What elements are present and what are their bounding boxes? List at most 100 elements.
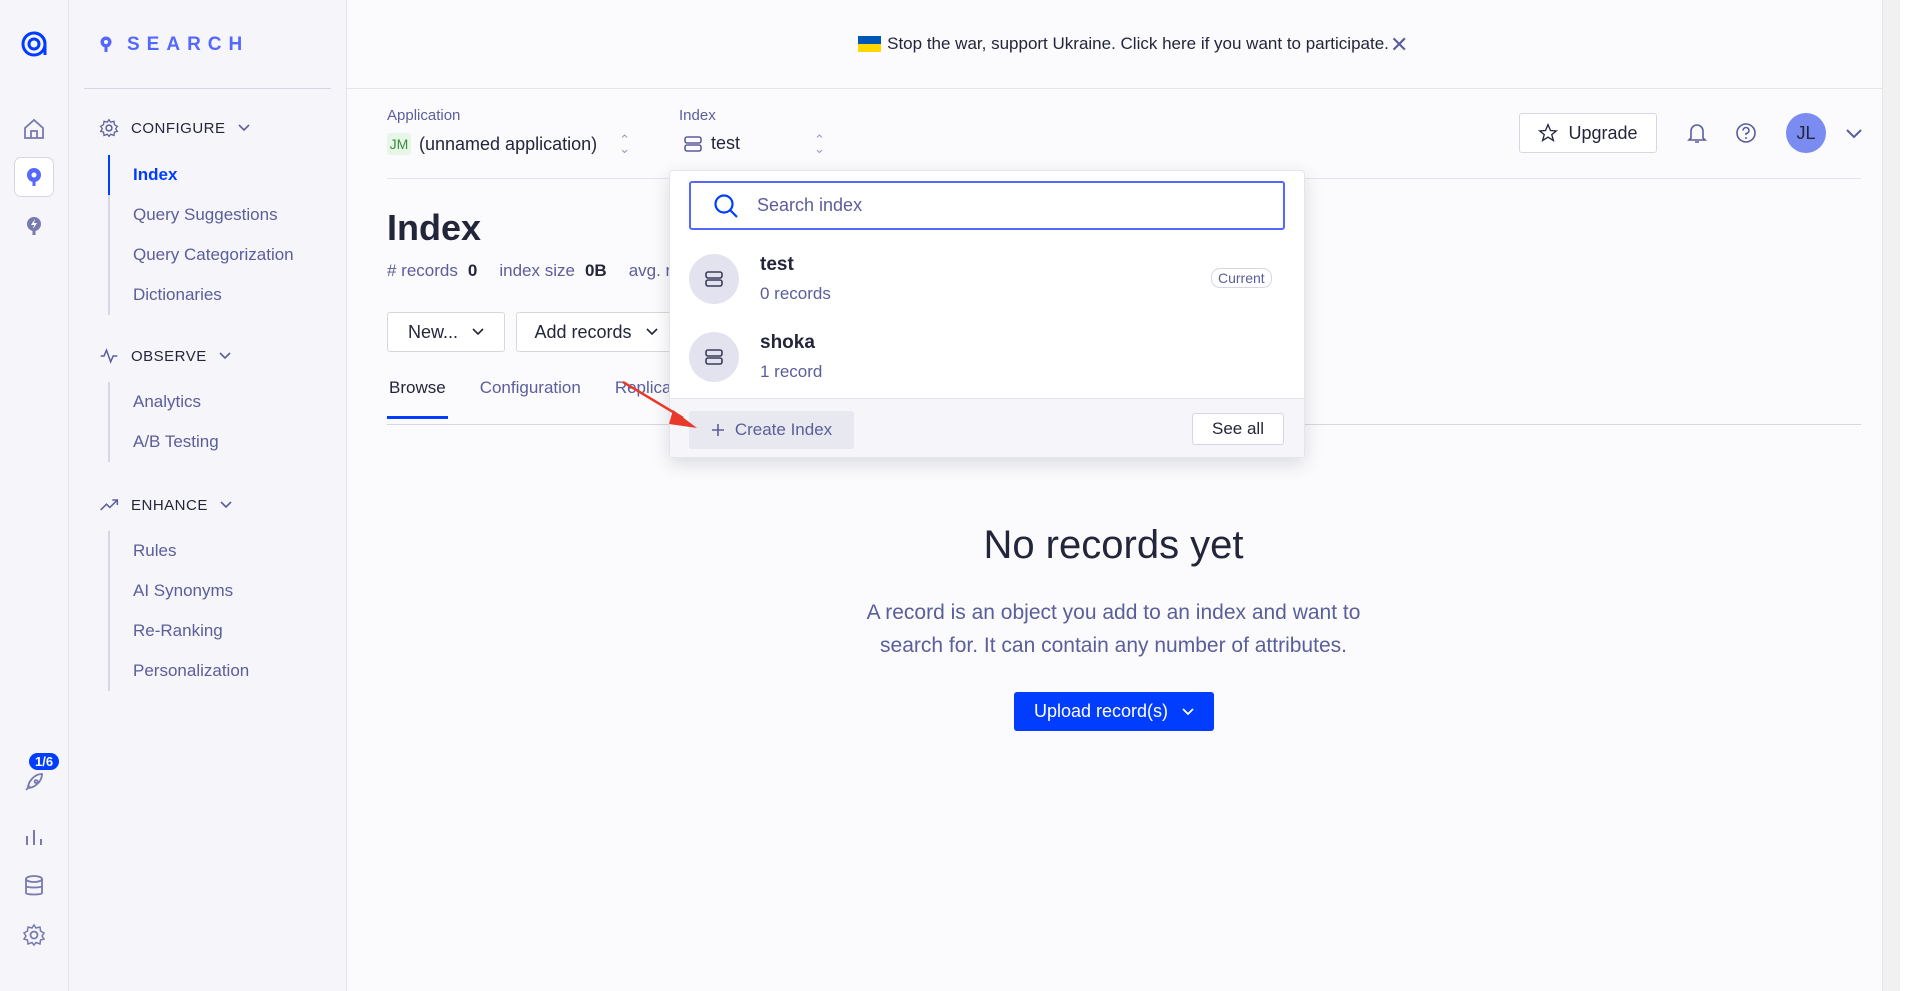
chevron-down-icon: [237, 124, 250, 132]
nav-item-query-suggestions[interactable]: Query Suggestions: [110, 195, 294, 235]
index-selector[interactable]: test ⌃ ⌄: [683, 131, 825, 156]
upgrade-label: Upgrade: [1568, 122, 1638, 143]
index-label: Index: [679, 107, 716, 124]
nav-item-rules[interactable]: Rules: [110, 531, 249, 571]
empty-desc-line-2: search for. It can contain any number of…: [880, 634, 1347, 657]
bell-icon[interactable]: [1687, 122, 1707, 149]
chevron-down-icon[interactable]: [1845, 125, 1863, 145]
plus-icon: [711, 424, 724, 436]
chevron-down-icon: [219, 352, 231, 360]
nav-item-analytics[interactable]: Analytics: [110, 382, 219, 422]
trending-up-icon: [100, 499, 119, 511]
enhance-items: Rules AI Synonyms Re-Ranking Personaliza…: [108, 531, 249, 691]
chevron-down-icon: [472, 328, 484, 336]
help-icon[interactable]: [1735, 122, 1757, 149]
application-label: Application: [387, 107, 461, 124]
index-option-name: shoka: [760, 332, 815, 353]
section-observe[interactable]: OBSERVE: [99, 346, 231, 366]
upload-records-label: Upload record(s): [1033, 701, 1169, 721]
size-label: index size: [499, 261, 575, 280]
icon-rail: 1/6: [0, 0, 69, 991]
home-icon[interactable]: [15, 110, 53, 148]
records-label: # records: [387, 261, 458, 280]
create-index-label: Create Index: [734, 420, 833, 439]
banner-text[interactable]: Stop the war, support Ukraine. Click her…: [887, 34, 1389, 54]
avatar[interactable]: JL: [1786, 113, 1826, 153]
empty-state-title: No records yet: [983, 523, 1244, 567]
pulse-icon: [100, 348, 118, 364]
gear-icon: [99, 118, 119, 138]
gear-icon[interactable]: [15, 916, 53, 954]
add-records-label: Add records: [534, 321, 632, 342]
section-configure[interactable]: CONFIGURE: [99, 118, 250, 138]
chevron-down-icon: [1182, 707, 1194, 715]
dropdown-footer: Create Index See all: [670, 398, 1304, 457]
updown-chevron-icon: ⌃ ⌄: [619, 132, 631, 156]
star-icon: [1538, 123, 1559, 142]
upgrade-button[interactable]: Upgrade: [1519, 113, 1657, 153]
see-all-button[interactable]: See all: [1192, 413, 1284, 445]
section-configure-label: CONFIGURE: [131, 119, 226, 137]
observe-items: Analytics A/B Testing: [108, 382, 219, 462]
index-value: test: [711, 133, 741, 153]
search-product-icon[interactable]: [15, 158, 53, 196]
page-title: Index: [387, 207, 482, 248]
close-icon[interactable]: ✕: [1390, 32, 1408, 58]
search-icon: [713, 193, 739, 219]
server-icon: [689, 254, 739, 304]
onboarding-progress-badge[interactable]: 1/6: [29, 753, 60, 770]
index-option-records: 1 record: [760, 362, 823, 381]
chevron-down-icon: [645, 328, 658, 336]
nav-item-re-ranking[interactable]: Re-Ranking: [110, 611, 249, 651]
create-index-button[interactable]: Create Index: [689, 411, 854, 449]
annotation-arrow-icon: [622, 380, 697, 428]
index-option-name: test: [760, 254, 794, 275]
database-icon[interactable]: [15, 867, 53, 905]
application-value: (unnamed application): [419, 133, 598, 154]
nav-item-ab-testing[interactable]: A/B Testing: [110, 422, 219, 462]
upload-records-button[interactable]: Upload record(s): [1014, 692, 1214, 731]
ukraine-banner[interactable]: Stop the war, support Ukraine. Click her…: [347, 0, 1900, 89]
server-icon: [684, 135, 702, 152]
section-observe-label: OBSERVE: [131, 347, 207, 365]
search-index-field[interactable]: [689, 181, 1285, 230]
tab-configuration[interactable]: Configuration: [478, 378, 583, 419]
divider: [84, 88, 331, 89]
chart-icon[interactable]: [15, 818, 53, 856]
application-selector[interactable]: JM (unnamed application) ⌃ ⌄: [387, 133, 630, 155]
add-records-button[interactable]: Add records: [516, 312, 676, 352]
nav-item-dictionaries[interactable]: Dictionaries: [110, 275, 294, 315]
server-icon: [689, 332, 739, 382]
search-brand-icon: [100, 36, 112, 52]
application-badge: JM: [387, 133, 411, 155]
size-value: 0B: [584, 261, 607, 280]
nav-item-ai-synonyms[interactable]: AI Synonyms: [110, 571, 249, 611]
tab-browse[interactable]: Browse: [387, 378, 448, 419]
side-navigation: SEARCH CONFIGURE Index Query Suggestions…: [69, 0, 347, 991]
index-option-test[interactable]: test 0 records Current: [689, 240, 1285, 318]
records-value: 0: [467, 261, 478, 280]
new-button[interactable]: New...: [387, 312, 505, 352]
section-enhance[interactable]: ENHANCE: [99, 495, 232, 515]
configure-items: Index Query Suggestions Query Categoriza…: [108, 155, 294, 315]
index-stats: # records 0 index size 0B avg. re: [387, 261, 681, 281]
logo-icon[interactable]: [15, 25, 53, 63]
current-badge: Current: [1211, 268, 1272, 288]
index-dropdown: test 0 records Current shoka 1 record Cr…: [669, 170, 1305, 458]
nav-item-personalization[interactable]: Personalization: [110, 651, 249, 691]
page-scrollbar[interactable]: [1882, 0, 1900, 991]
new-label: New...: [407, 321, 459, 342]
section-enhance-label: ENHANCE: [131, 496, 208, 514]
nav-item-query-categorization[interactable]: Query Categorization: [110, 235, 294, 275]
chevron-down-icon: [220, 501, 232, 509]
empty-desc-line-1: A record is an object you add to an inde…: [866, 601, 1361, 624]
product-brand[interactable]: SEARCH: [99, 30, 249, 60]
main-content: Stop the war, support Ukraine. Click her…: [347, 0, 1900, 991]
updown-chevron-icon: ⌃ ⌄: [814, 131, 825, 156]
brand-label: SEARCH: [127, 34, 250, 55]
generative-ai-icon[interactable]: [15, 207, 53, 245]
index-option-shoka[interactable]: shoka 1 record: [689, 318, 1285, 396]
nav-item-index[interactable]: Index: [108, 155, 294, 195]
search-index-input[interactable]: [757, 195, 1237, 216]
index-option-records: 0 records: [760, 284, 831, 303]
